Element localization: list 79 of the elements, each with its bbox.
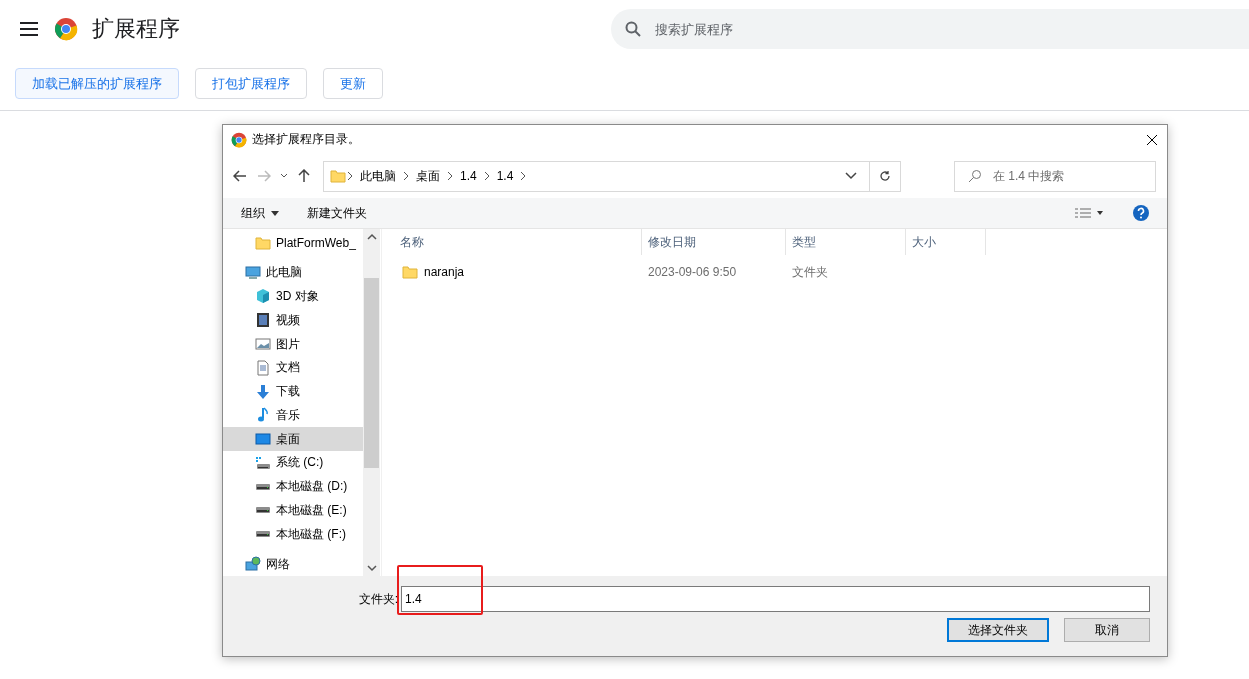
drive-icon [255,507,271,514]
back-arrow-icon [233,170,247,182]
file-name: naranja [424,265,465,279]
folder-input[interactable]: 1.4 [401,586,1150,612]
nav-item[interactable]: 图片 [223,332,363,356]
column-header[interactable]: 大小 [906,229,986,255]
nav-item[interactable]: 系统 (C:) [223,451,363,475]
forward-arrow-icon [257,170,271,182]
dropdown-caret-icon[interactable] [845,172,857,180]
nav-item[interactable]: 视频 [223,308,363,333]
folder-search-field[interactable]: 在 1.4 中搜索 [954,160,1156,192]
toolbar-button[interactable]: 加载已解压的扩展程序 [15,68,179,99]
column-header[interactable]: 名称 [382,229,642,255]
breadcrumb-item[interactable]: 1.4 [454,169,483,183]
nav-item[interactable]: 本地磁盘 (E:) [223,498,363,523]
caret-icon [271,210,279,216]
down-arrow-icon [255,383,271,400]
close-icon [1146,133,1158,146]
breadcrumb-item[interactable]: 桌面 [410,167,446,185]
page-title: 扩展程序 [92,15,180,43]
nav-item[interactable]: 文档 [223,355,363,380]
chevron-icon [402,171,410,181]
caret-icon [280,173,288,179]
breadcrumb-item[interactable]: 1.4 [490,169,520,183]
help-icon[interactable] [1133,205,1149,221]
nav-item[interactable]: 下载 [223,379,363,404]
column-header[interactable]: 修改日期 [642,229,786,255]
nav-item[interactable]: 此电脑 [223,260,363,285]
nav-item[interactable]: PlatFormWeb_ [223,231,363,255]
chrome-logo-icon [231,131,247,148]
folder-label: 文件夹: [358,590,398,608]
nav-item[interactable]: 本地磁盘 (F:) [223,522,363,547]
drive-icon [255,483,271,490]
organize-menu[interactable]: 组织 [241,204,279,222]
chrome-logo-icon [54,17,78,41]
refresh-icon [879,170,891,182]
nav-item[interactable]: 网络 [223,552,363,576]
scroll-down-icon[interactable] [366,564,377,572]
nav-item[interactable]: 本地磁盘 (D:) [223,474,363,499]
dialog-button[interactable]: 取消 [1064,618,1150,642]
file-row[interactable]: naranja 2023-09-06 9:50 文件夹 [382,255,1167,289]
cube-icon [255,288,271,305]
network-icon [245,556,261,573]
search-icon [625,21,641,37]
music-note-icon [255,407,271,424]
toolbar-button[interactable]: 打包扩展程序 [195,68,307,99]
chevron-icon [482,171,491,181]
nav-item[interactable]: 音乐 [223,403,363,428]
folder-icon [330,168,346,184]
folder-icon [402,264,418,280]
document-icon [255,359,271,376]
desktop-icon [255,431,271,448]
search-field[interactable]: 搜索扩展程序 [611,9,1249,49]
table-cell-text: 2023-09-06 9:50 [647,265,738,279]
image-icon [255,336,271,352]
film-icon [255,312,271,329]
scroll-up-icon[interactable] [366,233,377,241]
chevron-icon [346,171,354,181]
breadcrumb-item[interactable]: 此电脑 [354,167,402,185]
up-arrow-icon [298,169,310,183]
nav-item[interactable]: 3D 对象 [223,284,363,309]
view-options-icon[interactable] [1075,208,1103,218]
drive-icon [255,531,271,538]
scrollbar[interactable] [363,229,380,576]
column-header[interactable]: 类型 [786,229,906,255]
new-folder-button[interactable]: 新建文件夹 [307,204,367,222]
folder-icon [255,234,271,251]
dialog-button[interactable]: 选择文件夹 [947,618,1049,642]
search-icon [968,169,982,183]
computer-icon [245,264,261,281]
table-cell-text: 文件夹 [791,263,829,281]
chevron-icon [446,171,454,181]
nav-item[interactable]: 桌面 [223,427,363,452]
chevron-icon [519,171,528,181]
menu-icon[interactable] [20,22,38,36]
toolbar-button[interactable]: 更新 [323,68,383,99]
drive-icon [255,454,271,471]
address-bar[interactable]: 此电脑 桌面 1.4 1.4 [323,160,901,192]
dialog-title: 选择扩展程序目录。 [252,131,360,148]
